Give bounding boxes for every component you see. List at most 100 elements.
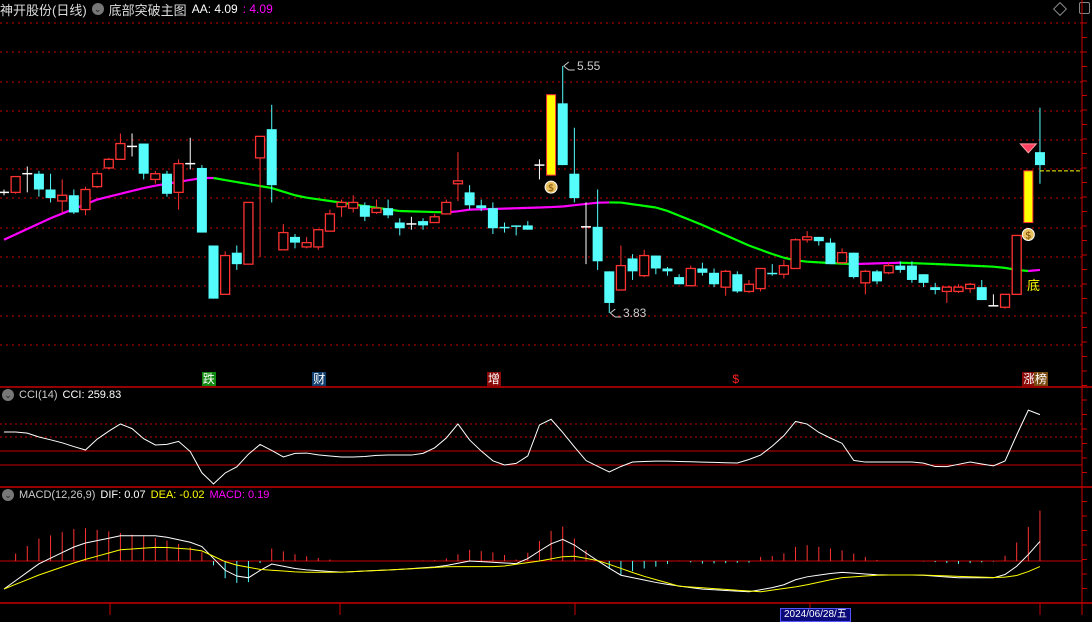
ma-line-segment	[214, 178, 226, 180]
candle-down	[197, 168, 207, 233]
ma-line-segment	[621, 203, 633, 205]
cci-title[interactable]: CCI(14)	[19, 389, 58, 401]
ma-line-segment	[656, 208, 668, 211]
stock-chart[interactable]: $$	[0, 0, 1092, 615]
candle-up	[244, 202, 253, 264]
candle-up	[686, 268, 695, 285]
dea-line	[4, 547, 1040, 591]
macd-title[interactable]: MACD(12,26,9)	[19, 489, 95, 501]
ma-line-segment	[935, 264, 947, 265]
bottom-signal-label: 底	[1026, 279, 1041, 293]
ma-line-segment	[132, 188, 144, 191]
candle-down	[139, 144, 149, 174]
ma-line-segment	[109, 194, 121, 197]
candle-down	[651, 256, 661, 269]
candle-down	[488, 208, 498, 228]
cci-dropdown-icon[interactable]: ⌄	[2, 389, 14, 401]
ma-line-segment	[563, 205, 575, 206]
candle-up	[337, 202, 346, 206]
event-tag[interactable]: 增	[487, 372, 501, 386]
ma-line-segment	[260, 186, 272, 188]
ma-line-segment	[982, 266, 994, 267]
ma-line-segment	[225, 180, 237, 182]
ma-line-segment	[586, 203, 598, 204]
candle-up	[325, 214, 334, 231]
ma-line-segment	[237, 182, 249, 184]
candle-up	[791, 240, 800, 269]
candle-down	[511, 225, 521, 227]
candle-up	[803, 237, 812, 240]
candle-up	[721, 271, 730, 287]
candle-down	[872, 271, 882, 281]
ma-line-segment	[714, 230, 726, 235]
gem-icon	[1020, 144, 1036, 153]
candle-down	[814, 237, 824, 241]
dif-value: DIF: 0.07	[100, 489, 145, 501]
candle-down	[569, 174, 579, 198]
cci-line	[4, 410, 1040, 484]
macd-dropdown-icon[interactable]: ⌄	[2, 489, 14, 501]
ma-line-segment	[458, 210, 470, 212]
candle-down	[383, 208, 393, 215]
candle-down	[395, 223, 405, 229]
event-tag[interactable]: $	[731, 372, 740, 386]
candle-up	[93, 174, 102, 187]
event-tag[interactable]: 榜	[1034, 372, 1048, 386]
candle-up	[1001, 294, 1010, 307]
ma-line-segment	[295, 195, 307, 197]
ma-line-segment	[807, 262, 819, 263]
candle-down	[849, 253, 859, 277]
candle-up	[314, 230, 323, 247]
ma-line-segment	[761, 250, 773, 254]
ma-line-segment	[737, 240, 749, 245]
candle-up	[861, 271, 870, 282]
money-bag-symbol: $	[548, 183, 554, 194]
candle-down	[977, 287, 987, 300]
candle-up	[779, 266, 788, 275]
high-arrow	[564, 62, 575, 70]
ma-line-segment	[307, 198, 319, 200]
event-tag[interactable]: 跌	[202, 372, 216, 386]
candle-down	[558, 103, 568, 165]
event-tag[interactable]: 财	[312, 372, 326, 386]
date-cursor-label: 2024/06/28/五	[780, 608, 851, 622]
ma-line-segment	[702, 225, 714, 230]
candle-down	[907, 266, 917, 280]
ma-line-segment	[318, 199, 330, 201]
cci-header: ⌄ CCI(14) CCI: 259.83	[2, 389, 126, 401]
candle-up	[838, 253, 847, 263]
candle-up	[442, 202, 451, 213]
macd-value: MACD: 0.19	[209, 489, 269, 501]
candle-up	[302, 243, 311, 247]
cci-value: CCI: 259.83	[63, 389, 122, 401]
candle-down	[930, 287, 940, 290]
candle-up	[174, 164, 183, 193]
ma-line-segment	[993, 267, 1005, 268]
candle-up	[942, 287, 951, 291]
ma-line-segment	[144, 186, 156, 188]
candle-up	[954, 287, 963, 291]
candle-down	[476, 205, 486, 208]
ma-line-segment	[958, 265, 970, 266]
candle-up	[640, 256, 649, 276]
ma-line-segment	[749, 246, 761, 250]
candle-down	[34, 174, 44, 190]
candle-down	[69, 195, 79, 212]
candle-down	[662, 268, 672, 271]
candle-down	[895, 266, 905, 270]
ma-line-segment	[272, 188, 284, 192]
candle-up	[744, 284, 753, 291]
candle-down	[593, 227, 603, 261]
ma-line-segment	[772, 254, 784, 258]
ma-line-segment	[4, 234, 16, 239]
candle-up	[81, 189, 90, 209]
candle-down	[209, 246, 219, 299]
ma-line-segment	[726, 235, 738, 240]
candle-up	[256, 136, 265, 158]
candle-down	[290, 237, 300, 243]
candle-up	[58, 195, 67, 201]
candle-down	[418, 221, 428, 225]
limit-up-candle	[1024, 171, 1033, 223]
money-bag-symbol: $	[1025, 231, 1031, 242]
candle-up	[453, 181, 462, 184]
